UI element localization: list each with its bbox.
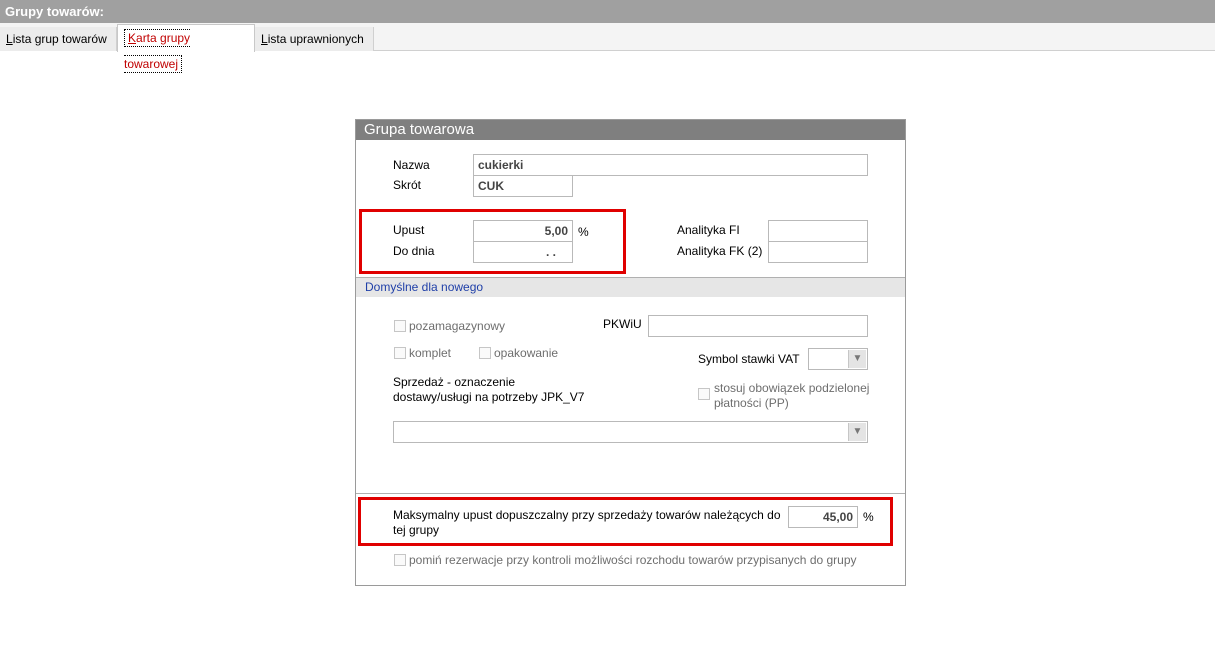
split-payment-checkbox[interactable] [698, 388, 710, 400]
analityka-fi-label: Analityka FI [677, 223, 740, 237]
komplet-checkbox[interactable] [394, 347, 406, 359]
panel-title: Grupa towarowa [356, 120, 905, 140]
divider [356, 493, 905, 494]
pozamagazynowy-label: pozamagazynowy [409, 319, 506, 333]
tab-karta-grupy-towarowej[interactable]: Karta grupy towarowej [117, 24, 255, 73]
opakowanie-label: opakowanie [494, 346, 559, 360]
tab-lista-uprawnionych[interactable]: Lista uprawnionych [255, 27, 374, 51]
jpk-select[interactable]: ▼ [393, 421, 868, 443]
pkwiu-input[interactable] [648, 315, 868, 337]
analityka-fi-input[interactable] [768, 220, 868, 242]
nazwa-label: Nazwa [393, 158, 430, 172]
split-payment-label-line1: stosuj obowiązek podzielonej [714, 381, 870, 395]
tab-label: ista grup towarów [12, 32, 107, 46]
tab-label-accel: L [261, 32, 268, 46]
do-dnia-label: Do dnia [393, 244, 435, 258]
max-discount-input[interactable]: 45,00 [788, 506, 858, 528]
sprzedaz-label-line2: dostawy/usługi na potrzeby JPK_V7 [393, 390, 585, 404]
section-defaults-title: Domyślne dla nowego [356, 278, 905, 297]
max-discount-unit: % [863, 510, 874, 524]
split-payment-label-line2: płatności (PP) [714, 396, 789, 410]
sprzedaz-label-line1: Sprzedaż - oznaczenie [393, 375, 516, 389]
chevron-down-icon[interactable]: ▼ [848, 350, 866, 368]
upust-input[interactable]: 5,00 [473, 220, 573, 242]
tab-lista-grup-towarow[interactable]: Lista grup towarów [0, 27, 117, 51]
upust-label: Upust [393, 223, 425, 237]
vat-select[interactable]: ▼ [808, 348, 868, 370]
skrot-label: Skrót [393, 178, 422, 192]
vat-label: Symbol stawki VAT [698, 352, 800, 366]
max-discount-label-line2: tej grupy [393, 523, 440, 537]
skip-reservation-checkbox[interactable] [394, 554, 406, 566]
tab-label-accel: L [6, 32, 13, 46]
chevron-down-icon[interactable]: ▼ [848, 423, 866, 441]
tab-label-accel: K [128, 31, 137, 45]
nazwa-input[interactable]: cukierki [473, 154, 868, 176]
analityka-fk-input[interactable] [768, 241, 868, 263]
max-discount-label-line1: Maksymalny upust dopuszczalny przy sprze… [393, 508, 781, 522]
upust-unit: % [578, 225, 589, 239]
pozamagazynowy-checkbox[interactable] [394, 320, 406, 332]
komplet-label: komplet [409, 346, 452, 360]
window-title: Grupy towarów: [0, 0, 1215, 23]
skrot-input[interactable]: CUK [473, 175, 573, 197]
tab-label: ista uprawnionych [267, 32, 364, 46]
opakowanie-checkbox[interactable] [479, 347, 491, 359]
analityka-fk-label: Analityka FK (2) [677, 244, 763, 258]
skip-reservation-label: pomiń rezerwacje przy kontroli możliwośc… [409, 553, 857, 567]
tab-focus-outline: Karta grupy towarowej [124, 29, 191, 73]
do-dnia-date-input[interactable]: . . [473, 241, 573, 263]
pkwiu-label: PKWiU [603, 317, 642, 331]
